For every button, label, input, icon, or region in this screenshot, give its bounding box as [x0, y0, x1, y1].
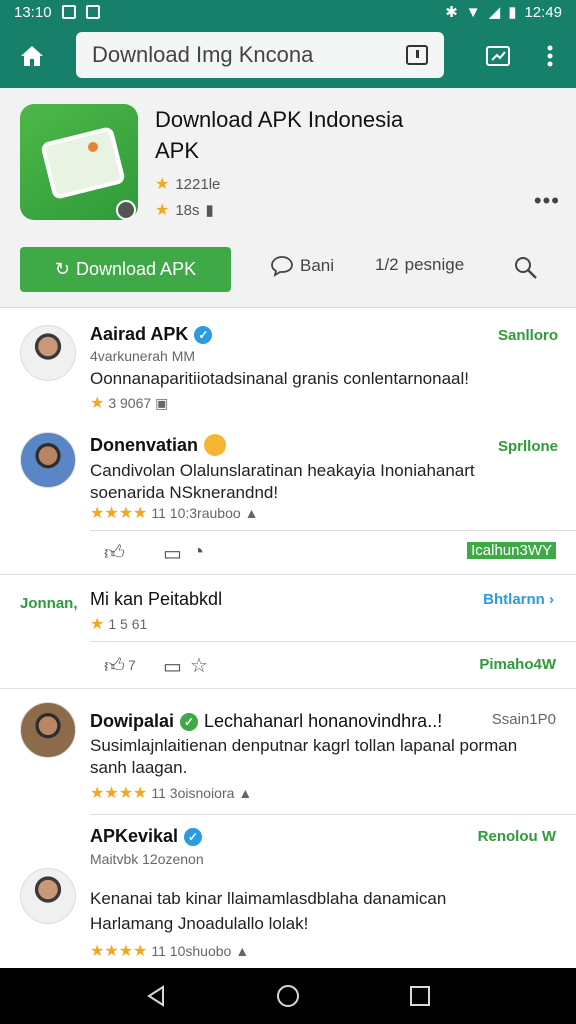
post-meta: ★★★★ 11 3oisnoiora ▲	[90, 785, 253, 802]
post-author[interactable]: Donenvatian	[90, 434, 227, 456]
app-rating: ★ 1221le	[155, 175, 221, 194]
battery-icon: ▮	[508, 4, 517, 21]
recents-button[interactable]	[390, 968, 450, 1024]
post-text: Kenanai tab kinar llaimamlasdblaha danam…	[90, 889, 447, 908]
star-icon: ★	[155, 202, 170, 219]
home-button[interactable]	[0, 24, 64, 88]
back-icon	[147, 985, 164, 1007]
url-bar[interactable]: Download Img Kncona	[76, 32, 444, 78]
post-author[interactable]: APKevikal ✓	[90, 826, 203, 847]
post-text: soenarida NSknerandnd!	[90, 483, 279, 502]
like-count: 7	[128, 657, 136, 673]
post-meta: ★ 3 9067 ▣	[90, 394, 169, 413]
star-rating-icon: ★★★★	[90, 943, 148, 960]
divider	[90, 530, 576, 531]
signal-icon: ◢	[488, 4, 501, 21]
star-rating-icon: ★★★★	[90, 505, 148, 522]
prestige-action[interactable]: 1/2 pesnige	[375, 255, 464, 275]
lock-icon: ▲	[238, 785, 253, 801]
post-meta: ★★★★ 11 10shuobo ▲	[90, 943, 250, 960]
star-icon: ★	[90, 616, 105, 633]
reply-icon[interactable]: ◔	[192, 541, 204, 564]
home-nav-button[interactable]	[258, 968, 318, 1024]
overflow-menu-button[interactable]	[524, 24, 576, 88]
post-author[interactable]: Mi kan Peitabkdl	[90, 589, 222, 610]
more-options-icon[interactable]: •••	[534, 188, 560, 214]
status-bar: 13:10 ✱ ▼ ◢ ▮ 12:49	[0, 0, 576, 24]
post-text: Susimlajnlaitienan denputnar kagrl tolla…	[90, 736, 518, 755]
review-feed	[0, 308, 576, 968]
smiley-emoji-icon	[204, 434, 227, 456]
gallery-icon	[61, 5, 76, 19]
star-outline-icon[interactable]: ☆	[190, 653, 208, 678]
post-label: Jonnan,	[20, 595, 78, 612]
bluetooth-icon: ✱	[445, 4, 458, 21]
chevron-right-icon: ›	[549, 591, 554, 608]
overflow-menu-icon	[547, 45, 553, 67]
app-logo-icon	[20, 104, 138, 220]
post-text: Oonnanaparitiiotadsinanal granis conlent…	[90, 369, 469, 388]
tabs-icon	[486, 46, 510, 66]
avatar[interactable]	[20, 432, 76, 488]
star-icon: ★	[90, 395, 105, 412]
home-circle-icon	[277, 985, 299, 1007]
divider	[0, 688, 576, 689]
tab-switcher-icon[interactable]	[406, 45, 428, 65]
divider	[0, 574, 576, 575]
verified-icon: ✓	[194, 325, 213, 344]
avatar[interactable]	[20, 325, 76, 381]
post-tag[interactable]: Ssain1P0	[492, 711, 556, 728]
status-time-left: 13:10	[14, 3, 52, 21]
post-meta: ★★★★ 11 10:3rauboo ▲	[90, 505, 259, 522]
post-meta: ★ 1 5 61	[90, 616, 148, 633]
back-button[interactable]	[126, 968, 186, 1024]
wifi-icon: ▼	[465, 3, 481, 21]
star-rating-icon: ★★★★	[90, 785, 148, 802]
search-button[interactable]	[513, 255, 539, 281]
share-action[interactable]: Bani	[270, 255, 334, 277]
chat-bubble-icon	[271, 256, 293, 277]
refresh-icon: ↻	[54, 259, 70, 279]
post-tag[interactable]: Icalhun3WY	[467, 542, 556, 559]
like-icon[interactable]: 👍︎	[104, 541, 125, 565]
app-title: Download APK Indonesia APK	[155, 107, 404, 163]
post-subtitle: Maitvbk 12ozenon	[90, 851, 204, 867]
image-icon: ▣	[155, 394, 169, 411]
status-time-right: 12:49	[524, 3, 562, 21]
verified-icon: ✓	[184, 827, 203, 846]
download-apk-button[interactable]: ↻ Download APK	[20, 247, 231, 292]
divider	[90, 641, 576, 642]
info-icon: ▮	[205, 202, 214, 219]
tabs-button[interactable]	[472, 24, 524, 88]
post-author[interactable]: Aairad APK ✓	[90, 324, 213, 345]
comment-icon[interactable]: ▭	[163, 654, 182, 679]
recents-icon	[410, 986, 430, 1006]
post-subtitle: 4varkunerah MM	[90, 348, 196, 364]
lock-icon: ▲	[244, 505, 259, 521]
post-text: Candivolan Olalunslaratinan heakayia Ino…	[90, 461, 475, 480]
search-icon	[515, 257, 537, 279]
post-tag[interactable]: Pimaho4W	[479, 656, 556, 673]
url-text[interactable]: Download Img Kncona	[92, 42, 406, 68]
like-icon[interactable]: 👍︎	[104, 654, 125, 678]
notification-icon	[85, 5, 100, 19]
verified-icon: ✓	[180, 712, 199, 731]
post-tag[interactable]: Sanlloro	[498, 327, 558, 344]
star-icon: ★	[155, 176, 170, 193]
post-link[interactable]: Bhtlarnn ›	[483, 591, 554, 608]
avatar[interactable]	[20, 868, 76, 924]
home-icon	[21, 46, 43, 66]
post-text: Harlamang Jnoadulallo lolak!	[90, 914, 309, 933]
post-tag[interactable]: Sprllone	[498, 438, 558, 455]
comment-icon[interactable]: ▭	[163, 541, 182, 566]
system-nav-bar	[0, 968, 576, 1024]
lock-icon: ▲	[235, 943, 250, 959]
divider	[90, 814, 576, 815]
post-text: sanh laagan.	[90, 758, 188, 777]
app-downloads: ★ 18s ▮	[155, 201, 214, 220]
post-tag[interactable]: Renolou W	[478, 828, 556, 845]
avatar[interactable]	[20, 702, 76, 758]
browser-toolbar: Download Img Kncona	[0, 24, 576, 88]
post-author[interactable]: Dowipalai ✓ Lechahanarl honanovindhra..!	[90, 711, 442, 732]
